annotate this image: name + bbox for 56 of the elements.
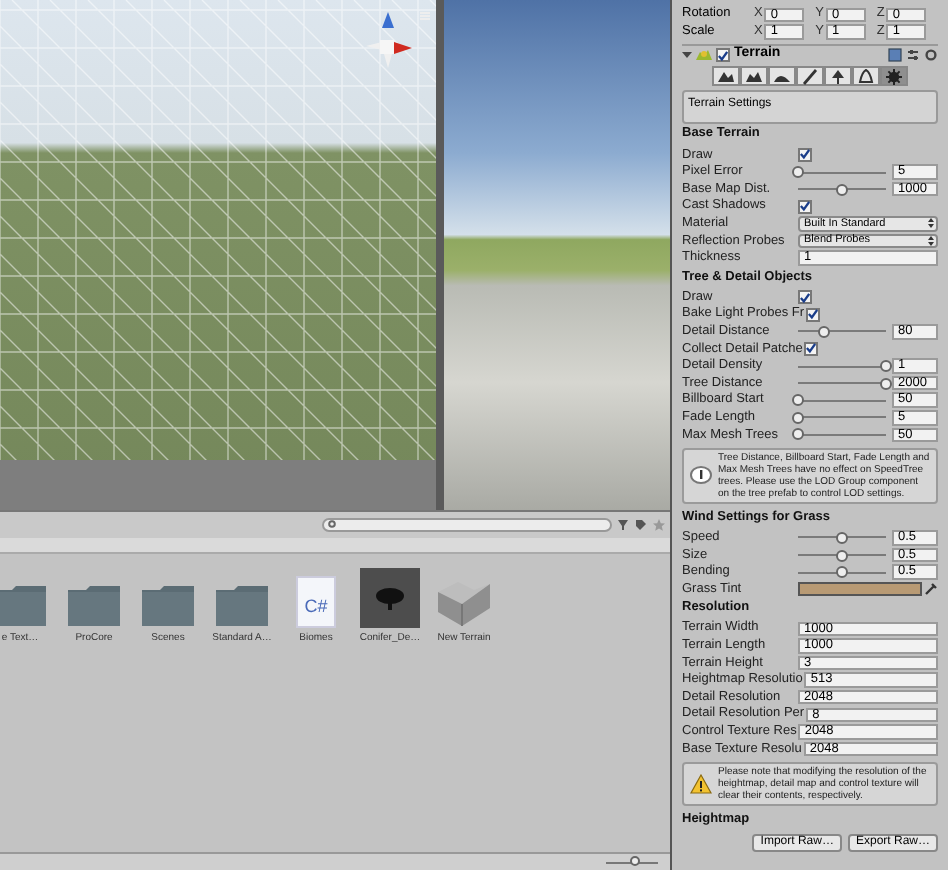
folder-icon bbox=[214, 584, 270, 628]
checkbox[interactable] bbox=[806, 307, 821, 322]
terrain-tool-tab[interactable] bbox=[740, 66, 768, 87]
terrain-tool-tab[interactable] bbox=[712, 66, 740, 87]
gear-icon[interactable] bbox=[924, 48, 938, 63]
slider-thumb[interactable] bbox=[836, 183, 848, 196]
folder-icon bbox=[140, 584, 196, 628]
terrain-icon bbox=[696, 48, 712, 63]
terrain-tool-tab[interactable] bbox=[796, 66, 824, 87]
terrain-tool-tab[interactable] bbox=[880, 66, 908, 87]
checkbox[interactable] bbox=[798, 147, 812, 162]
tree-silhouette-icon bbox=[374, 586, 406, 610]
settings-icon bbox=[884, 67, 904, 86]
paint-height-icon bbox=[744, 67, 764, 86]
checkmark-icon bbox=[806, 342, 817, 355]
dropdown-arrows-icon bbox=[928, 235, 934, 246]
terrain-tool-tab[interactable] bbox=[824, 66, 852, 87]
slider-thumb[interactable] bbox=[792, 166, 804, 179]
filter-icon[interactable] bbox=[616, 518, 630, 532]
star-icon[interactable] bbox=[652, 518, 666, 532]
warning-icon bbox=[690, 773, 712, 794]
dropdown-arrows-icon bbox=[928, 218, 934, 229]
zoom-slider-thumb[interactable] bbox=[629, 856, 640, 866]
checkmark-icon bbox=[800, 148, 810, 161]
checkmark-icon bbox=[718, 49, 728, 62]
file-type-text: C# bbox=[304, 593, 328, 619]
slider-thumb[interactable] bbox=[836, 549, 848, 562]
terrain-tool-tab[interactable] bbox=[852, 66, 880, 87]
checkbox[interactable] bbox=[804, 341, 819, 356]
checkmark-icon bbox=[800, 200, 810, 213]
slider-thumb[interactable] bbox=[880, 360, 892, 373]
terrain-tool-tab[interactable] bbox=[768, 66, 796, 87]
tag-icon[interactable] bbox=[634, 518, 648, 532]
raise-icon bbox=[716, 67, 736, 86]
foldout-arrow-icon[interactable] bbox=[682, 50, 692, 61]
folder-icon bbox=[66, 584, 122, 628]
slider-thumb[interactable] bbox=[836, 566, 848, 579]
sliders-icon[interactable] bbox=[906, 48, 920, 63]
folder-icon bbox=[0, 584, 48, 628]
texture-icon bbox=[800, 67, 820, 86]
slider-thumb[interactable] bbox=[818, 325, 831, 338]
slider-thumb[interactable] bbox=[792, 394, 804, 407]
detail-icon bbox=[856, 67, 876, 86]
slider-thumb[interactable] bbox=[880, 377, 892, 390]
checkbox[interactable] bbox=[716, 48, 730, 63]
eyedropper-icon[interactable] bbox=[924, 582, 938, 597]
color-swatch[interactable] bbox=[798, 582, 922, 597]
slider-thumb[interactable] bbox=[792, 411, 804, 424]
search-field[interactable] bbox=[322, 518, 612, 532]
info-icon bbox=[690, 466, 712, 485]
checkbox[interactable] bbox=[798, 199, 812, 214]
checkbox[interactable] bbox=[798, 290, 812, 305]
search-icon bbox=[328, 520, 338, 530]
slider-thumb[interactable] bbox=[836, 531, 848, 544]
tree-icon bbox=[828, 67, 848, 86]
slider-thumb[interactable] bbox=[792, 428, 804, 441]
